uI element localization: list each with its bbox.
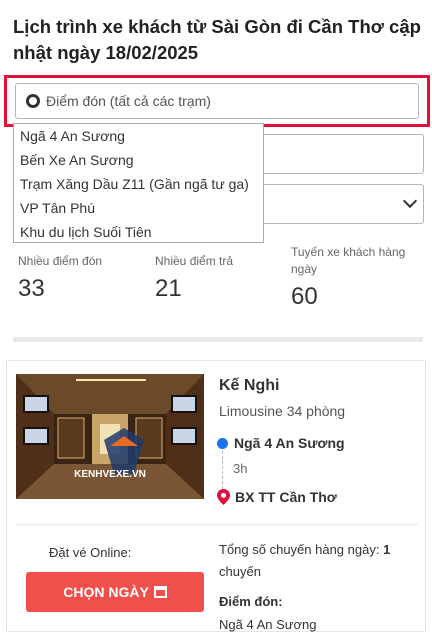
- svg-text:KENHVEXE.VN: KENHVEXE.VN: [74, 469, 146, 480]
- stat-value: 60: [291, 283, 318, 310]
- route-to: BX TT Cần Thơ: [217, 489, 422, 505]
- choose-date-label: CHỌN NGÀY: [63, 584, 149, 600]
- stat-dropoff-points: Nhiều điểm trả 21: [155, 253, 233, 303]
- chevron-down-icon: [402, 193, 418, 209]
- daily-trips: Tổng số chuyến hàng ngày: 1 chuyến: [219, 539, 419, 583]
- from-label: Ngã 4 An Sương: [234, 435, 345, 451]
- card-divider: [16, 524, 418, 525]
- dropdown-option[interactable]: Bến Xe An Sương: [14, 148, 263, 172]
- to-label: BX TT Cần Thơ: [235, 489, 337, 505]
- page-title: Lịch trình xe khách từ Sài Gòn đi Cần Th…: [13, 16, 421, 63]
- stat-value: 21: [155, 275, 182, 302]
- dropdown-option[interactable]: Ngã 4 An Sương: [14, 124, 263, 148]
- time-select[interactable]: [264, 184, 424, 224]
- map-pin-icon: [217, 489, 230, 505]
- circle-icon: [26, 94, 40, 108]
- bus-image[interactable]: KENHVEXE.VN: [16, 374, 204, 499]
- choose-date-button[interactable]: CHỌN NGÀY: [26, 572, 204, 612]
- stat-label: Nhiều điểm trả: [155, 254, 234, 268]
- dropdown-option[interactable]: VP Tân Phú: [14, 196, 263, 220]
- bus-interior-picture: KENHVEXE.VN: [16, 374, 204, 499]
- operator-name[interactable]: Kế Nghi: [219, 377, 279, 395]
- bus-type: Limousine 34 phòng: [219, 403, 346, 419]
- trips-count: 1: [383, 542, 391, 557]
- pickup-placeholder: Điểm đón (tất cả các trạm): [46, 93, 211, 109]
- pickup-value: Ngã 4 An Sương: [219, 617, 317, 632]
- stat-label: Tuyến xe khách hàng ngày: [291, 245, 406, 276]
- dropoff-input[interactable]: [264, 134, 424, 174]
- route: Ngã 4 An Sương 3h BX TT Cần Thơ: [217, 435, 422, 505]
- pickup-dropdown: Ngã 4 An Sương Bến Xe An Sương Trạm Xăng…: [13, 123, 264, 243]
- trips-unit: chuyến: [219, 564, 261, 579]
- stat-pickup-points: Nhiều điểm đón 33: [18, 253, 102, 303]
- origin-dot-icon: [217, 437, 228, 449]
- stat-daily-routes: Tuyến xe khách hàng ngày 60: [291, 244, 421, 311]
- dropdown-option[interactable]: Khu du lịch Suối Tiên: [14, 220, 263, 244]
- trips-label: Tổng số chuyến hàng ngày:: [219, 542, 380, 557]
- pickup-highlight: Điểm đón (tất cả các trạm): [4, 75, 430, 127]
- dropdown-option[interactable]: Trạm Xăng Dầu Z11 (Gần ngã tư ga): [14, 172, 263, 196]
- stat-value: 33: [18, 275, 45, 302]
- book-online-label: Đặt vé Online:: [49, 545, 132, 560]
- stat-label: Nhiều điểm đón: [18, 254, 103, 268]
- section-divider: [13, 337, 423, 342]
- stats-row: Nhiều điểm đón 33 Nhiều điểm trả 21 Tuyế…: [0, 244, 432, 314]
- route-line: 3h: [222, 451, 422, 489]
- pickup-input[interactable]: Điểm đón (tất cả các trạm): [15, 83, 419, 119]
- pickup-title: Điểm đón:: [219, 594, 283, 609]
- duration: 3h: [233, 461, 248, 476]
- calendar-icon: [153, 586, 167, 598]
- bus-card: KENHVEXE.VN Kế Nghi Limousine 34 phòng N…: [6, 360, 426, 632]
- route-from: Ngã 4 An Sương: [217, 435, 422, 451]
